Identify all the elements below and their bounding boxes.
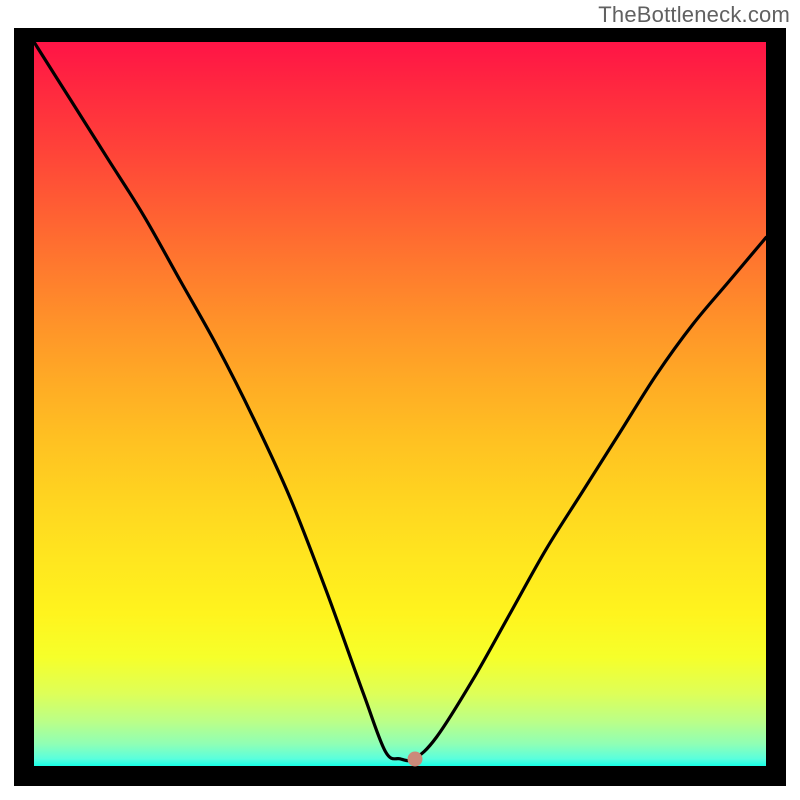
- curve-svg: [34, 42, 766, 766]
- watermark-label: TheBottleneck.com: [598, 2, 790, 28]
- plot-area: [34, 42, 766, 766]
- bottleneck-curve-path: [34, 42, 766, 761]
- optimum-marker-icon: [407, 751, 422, 766]
- chart-frame: [14, 28, 786, 786]
- chart-container: TheBottleneck.com: [0, 0, 800, 800]
